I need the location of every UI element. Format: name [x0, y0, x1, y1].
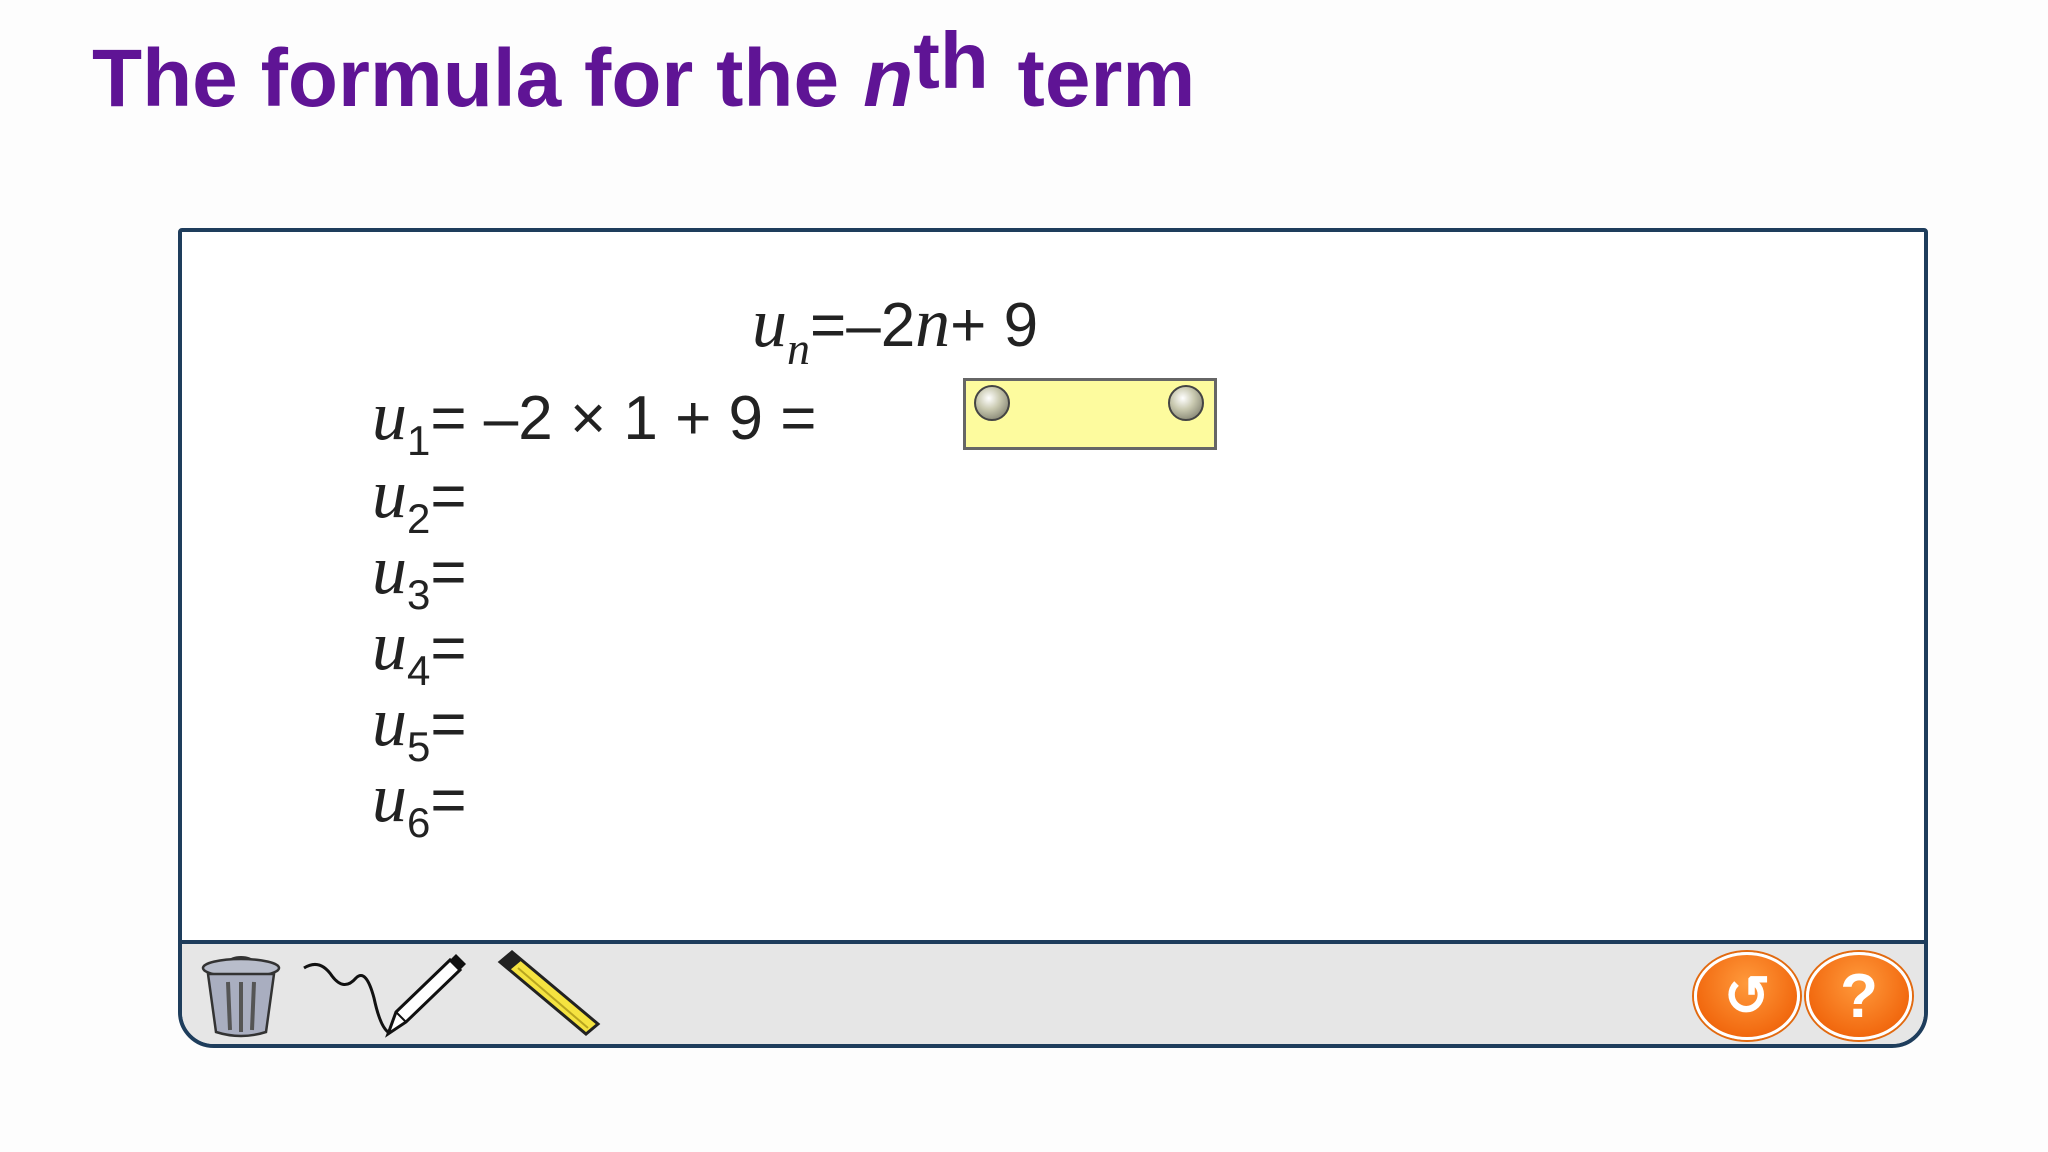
row-expr: =: [430, 538, 467, 607]
title-suffix: term: [1017, 33, 1196, 124]
row-expr: =: [430, 690, 467, 759]
title-superscript: th: [913, 16, 989, 105]
term-row-3: u3=: [372, 536, 467, 619]
row-sub: 6: [407, 799, 431, 846]
title-variable: n: [863, 33, 914, 124]
formula-rhs-b: + 9: [950, 291, 1039, 360]
row-var: u: [372, 760, 407, 837]
row-var: u: [372, 456, 407, 533]
toolbar: ↺ ?: [182, 940, 1924, 1044]
formula-rhs-a: =–2: [810, 291, 916, 360]
pin-icon: [974, 385, 1010, 421]
page-title: The formula for the nth term: [92, 16, 1196, 128]
row-expr: =: [430, 766, 467, 835]
highlighter-icon[interactable]: [494, 948, 604, 1043]
row-var: u: [372, 532, 407, 609]
row-expr: =: [430, 614, 467, 683]
row-sub: 3: [407, 571, 431, 618]
term-row-2: u2=: [372, 460, 467, 543]
title-prefix: The formula for the: [92, 33, 840, 124]
row-expr: = –2 × 1 + 9 =: [430, 384, 817, 453]
answer-reveal-box[interactable]: [963, 378, 1217, 450]
row-sub: 4: [407, 647, 431, 694]
row-var: u: [372, 684, 407, 761]
row-expr: =: [430, 462, 467, 531]
row-sub: 1: [407, 417, 431, 464]
term-row-1: u1= –2 × 1 + 9 =: [372, 382, 817, 465]
term-row-6: u6=: [372, 764, 467, 847]
row-sub: 5: [407, 723, 431, 770]
term-row-5: u5=: [372, 688, 467, 771]
reset-button[interactable]: ↺: [1694, 952, 1800, 1040]
reset-icon: ↺: [1723, 964, 1771, 1027]
row-var: u: [372, 608, 407, 685]
formula-rhs-var: n: [915, 285, 951, 362]
term-row-4: u4=: [372, 612, 467, 695]
help-button[interactable]: ?: [1806, 952, 1912, 1040]
help-icon: ?: [1840, 961, 1878, 1031]
pen-icon[interactable]: [300, 948, 470, 1043]
row-var: u: [372, 378, 407, 455]
formula-var: u: [752, 285, 787, 362]
formula-sub: n: [787, 323, 810, 374]
pin-icon: [1168, 385, 1204, 421]
whiteboard-panel: un=–2n+ 9 u1= –2 × 1 + 9 = u2= u3= u4= u…: [178, 228, 1928, 1048]
row-sub: 2: [407, 495, 431, 542]
nth-term-formula: un=–2n+ 9: [752, 284, 1039, 374]
trash-icon[interactable]: [196, 948, 286, 1043]
